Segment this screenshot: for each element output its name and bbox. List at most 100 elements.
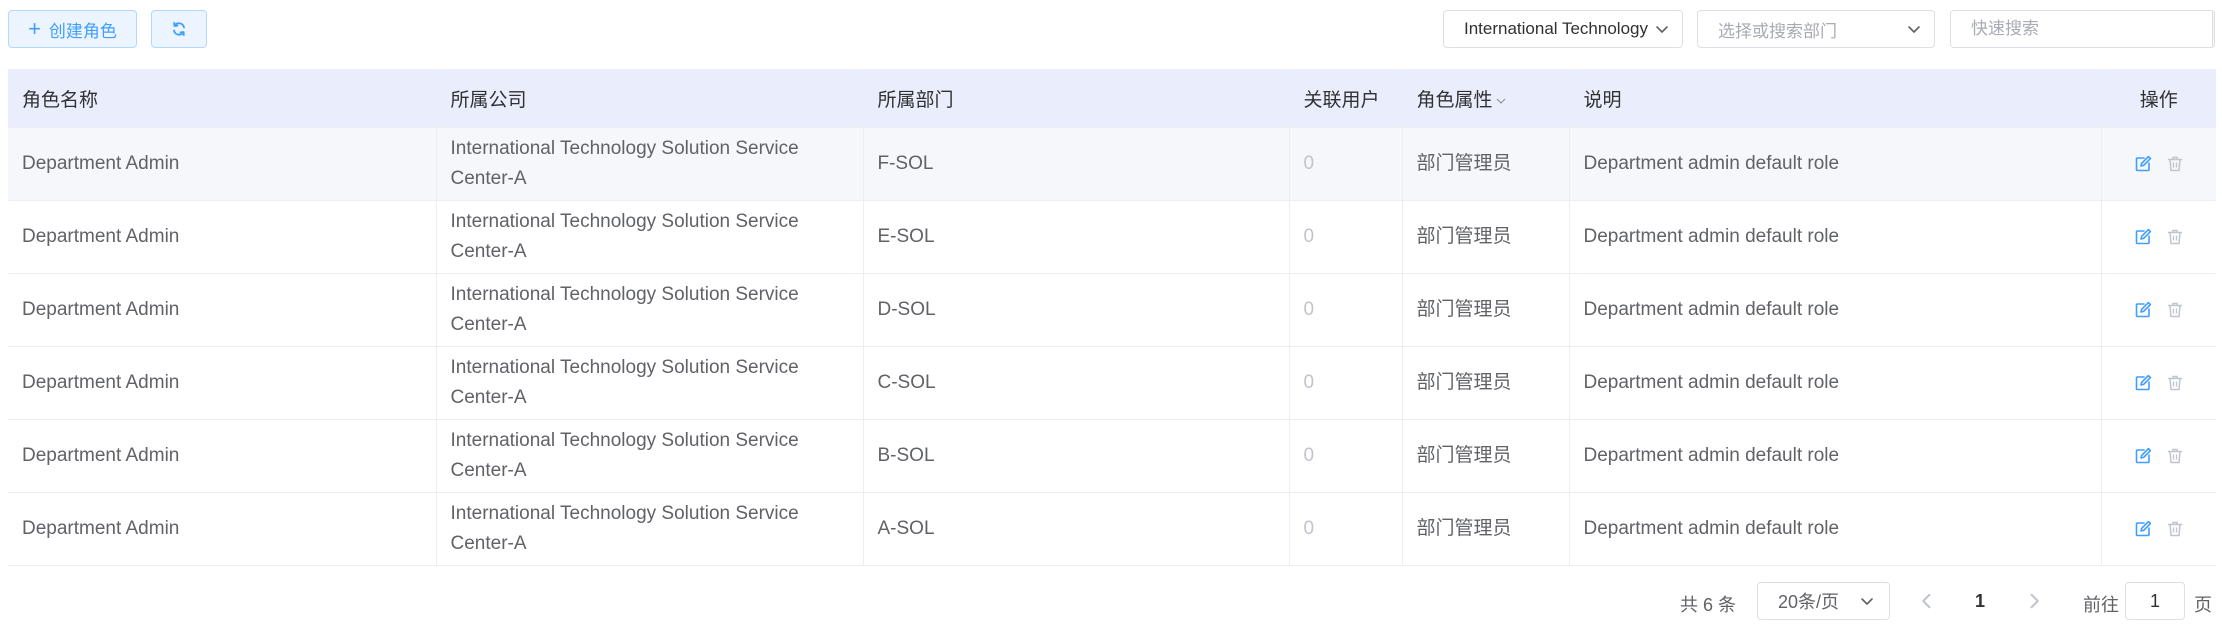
edit-icon[interactable]: [2133, 519, 2153, 539]
total-count: 共 6 条: [1680, 595, 1737, 615]
column-header-description: 说明: [1569, 69, 2102, 128]
quick-search: [1950, 10, 2215, 48]
refresh-icon: [173, 21, 185, 37]
column-header-role-attribute[interactable]: 角色属性: [1402, 69, 1570, 128]
row-actions: [2116, 227, 2203, 247]
cell-role-attribute: 部门管理员: [1402, 492, 1570, 566]
refresh-button[interactable]: [151, 10, 207, 48]
cell-role-attribute: 部门管理员: [1402, 346, 1570, 420]
toolbar: + 创建角色 International Technology Solution…: [0, 0, 2222, 60]
page-size-select[interactable]: 20条/页: [1757, 582, 1890, 620]
chevron-down-icon: [1861, 598, 1873, 605]
create-role-button[interactable]: + 创建角色: [8, 10, 137, 48]
department-select[interactable]: 选择或搜索部门: [1697, 10, 1935, 48]
table-body: Department Admin International Technology…: [8, 127, 2216, 566]
cell-company: International Technology Solution Servic…: [436, 346, 864, 420]
column-header-role-name: 角色名称: [8, 69, 437, 128]
cell-company: International Technology Solution Servic…: [436, 492, 864, 566]
cell-department: D-SOL: [863, 273, 1290, 347]
table-row: Department Admin International Technology…: [8, 492, 2216, 566]
cell-role-name: Department Admin: [8, 200, 437, 274]
cell-description: Department admin default role: [1569, 346, 2102, 420]
column-header-company: 所属公司: [436, 69, 864, 128]
sort-caret-icon[interactable]: [1495, 95, 1507, 107]
edit-icon[interactable]: [2133, 154, 2153, 174]
chevron-down-icon: [1656, 26, 1668, 33]
column-header-department: 所属部门: [863, 69, 1290, 128]
table-row: Department Admin International Technology…: [8, 419, 2216, 493]
cell-description: Department admin default role: [1569, 492, 2102, 566]
role-management-page: + 创建角色 International Technology Solution…: [0, 0, 2222, 624]
cell-role-attribute: 部门管理员: [1402, 127, 1570, 201]
cell-linked-users: 0: [1289, 273, 1403, 347]
cell-description: Department admin default role: [1569, 419, 2102, 493]
row-actions: [2116, 446, 2203, 466]
table-header: 角色名称 所属公司 所属部门 关联用户 角色属性 说明 操作: [8, 69, 2216, 128]
cell-company: International Technology Solution Servic…: [436, 127, 864, 201]
cell-department: E-SOL: [863, 200, 1290, 274]
goto-label: 前往: [2083, 595, 2119, 615]
cell-description: Department admin default role: [1569, 127, 2102, 201]
roles-table: 角色名称 所属公司 所属部门 关联用户 角色属性 说明 操作 Departmen…: [8, 69, 2216, 566]
page-number-current[interactable]: 1: [1975, 591, 1985, 612]
cell-actions: [2101, 419, 2216, 493]
chevron-down-icon: [1908, 26, 1920, 33]
table-row: Department Admin International Technology…: [8, 273, 2216, 347]
row-actions: [2116, 154, 2203, 174]
row-actions: [2116, 300, 2203, 320]
cell-actions: [2101, 200, 2216, 274]
trash-icon[interactable]: [2165, 446, 2185, 466]
table-row: Department Admin International Technology…: [8, 346, 2216, 420]
cell-linked-users: 0: [1289, 127, 1403, 201]
pagination: 共 6 条 20条/页 1 前往 页: [0, 582, 2222, 620]
cell-description: Department admin default role: [1569, 200, 2102, 274]
cell-role-attribute: 部门管理员: [1402, 200, 1570, 274]
trash-icon[interactable]: [2165, 519, 2185, 539]
plus-icon: +: [28, 16, 41, 41]
table-row: Department Admin International Technology…: [8, 127, 2216, 201]
goto-page-input[interactable]: [2125, 582, 2185, 620]
cell-description: Department admin default role: [1569, 273, 2102, 347]
trash-icon[interactable]: [2165, 227, 2185, 247]
trash-icon[interactable]: [2165, 300, 2185, 320]
cell-linked-users: 0: [1289, 200, 1403, 274]
cell-department: A-SOL: [863, 492, 1290, 566]
edit-icon[interactable]: [2133, 300, 2153, 320]
role-attribute-label: 角色属性: [1416, 90, 1493, 111]
cell-company: International Technology Solution Servic…: [436, 200, 864, 274]
cell-role-attribute: 部门管理员: [1402, 273, 1570, 347]
search-input[interactable]: [1951, 11, 2212, 47]
cell-role-name: Department Admin: [8, 492, 437, 566]
cell-department: B-SOL: [863, 419, 1290, 493]
row-actions: [2116, 519, 2203, 539]
next-page-icon[interactable]: [2024, 591, 2044, 611]
search-icon: [2213, 21, 2215, 37]
create-role-label: 创建角色: [48, 21, 117, 41]
department-select-placeholder: 选择或搜索部门: [1718, 21, 1837, 41]
company-select[interactable]: International Technology Solution Servic…: [1443, 10, 1683, 48]
cell-role-name: Department Admin: [8, 273, 437, 347]
column-header-actions: 操作: [2101, 69, 2216, 128]
page-suffix: 页: [2194, 595, 2212, 615]
prev-page-icon[interactable]: [1917, 591, 1937, 611]
cell-actions: [2101, 273, 2216, 347]
edit-icon[interactable]: [2133, 227, 2153, 247]
company-select-value: International Technology Solution Servic…: [1464, 19, 1648, 38]
column-header-linked-users: 关联用户: [1289, 69, 1403, 128]
edit-icon[interactable]: [2133, 373, 2153, 393]
cell-linked-users: 0: [1289, 346, 1403, 420]
edit-icon[interactable]: [2133, 446, 2153, 466]
trash-icon[interactable]: [2165, 154, 2185, 174]
cell-actions: [2101, 127, 2216, 201]
cell-role-name: Department Admin: [8, 346, 437, 420]
search-button[interactable]: [2212, 11, 2215, 47]
trash-icon[interactable]: [2165, 373, 2185, 393]
cell-role-attribute: 部门管理员: [1402, 419, 1570, 493]
row-actions: [2116, 373, 2203, 393]
table-row: Department Admin International Technology…: [8, 200, 2216, 274]
cell-department: C-SOL: [863, 346, 1290, 420]
cell-linked-users: 0: [1289, 492, 1403, 566]
cell-actions: [2101, 346, 2216, 420]
cell-actions: [2101, 492, 2216, 566]
page-size-value: 20条/页: [1778, 592, 1840, 612]
